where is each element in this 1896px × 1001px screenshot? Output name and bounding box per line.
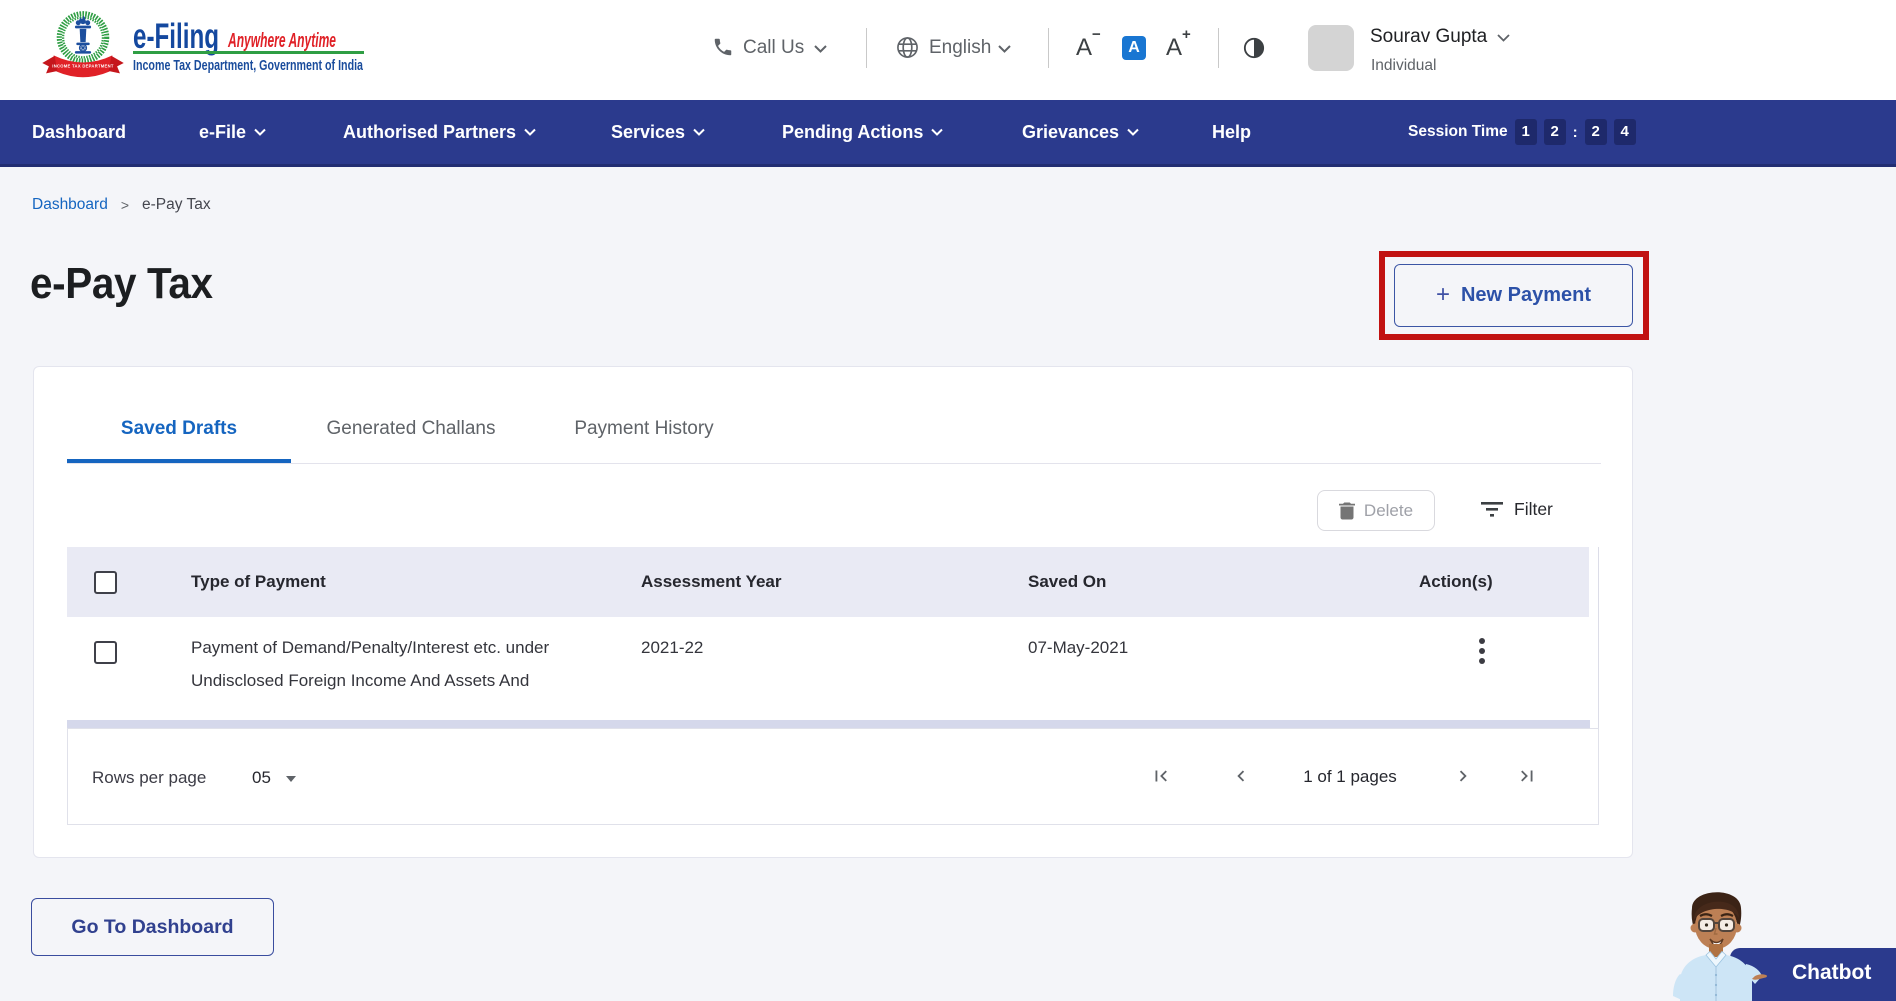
table-row: Payment of Demand/Penalty/Interest etc. …: [67, 617, 1598, 718]
contrast-toggle-icon[interactable]: [1243, 37, 1265, 59]
trash-icon: [1338, 502, 1355, 519]
last-page-button[interactable]: [1516, 765, 1538, 787]
user-name[interactable]: Sourav Gupta: [1370, 26, 1487, 48]
session-timer: Session Time 1 2 : 2 4: [1408, 100, 1636, 164]
header-divider: [866, 28, 867, 68]
rows-per-page-caret-icon: [286, 776, 296, 782]
select-all-checkbox[interactable]: [94, 570, 117, 594]
pagination-bar: Rows per page 05 1 of 1 pages: [67, 728, 1599, 825]
row-actions-menu[interactable]: [1479, 638, 1485, 668]
saved-drafts-table: Type of Payment Assessment Year Saved On…: [67, 547, 1599, 728]
new-payment-label: New Payment: [1460, 284, 1592, 306]
cell-type-of-payment: Payment of Demand/Penalty/Interest etc. …: [191, 638, 550, 690]
table-header-row: Type of Payment Assessment Year Saved On…: [67, 547, 1598, 617]
language-chevron-icon: [998, 45, 1011, 53]
col-saved-on: Saved On: [1028, 572, 1107, 591]
nav-dashboard[interactable]: Dashboard: [32, 100, 126, 164]
tab-generated-challans[interactable]: Generated Challans: [291, 395, 531, 463]
tab-payment-history[interactable]: Payment History: [531, 395, 757, 463]
horizontal-scrollbar[interactable]: [67, 720, 1590, 728]
page: INCOME TAX DEPARTMENT e-Filing Anywhere …: [0, 0, 1896, 1001]
breadcrumb: Dashboard > e-Pay Tax: [32, 196, 211, 214]
tab-saved-drafts[interactable]: Saved Drafts: [67, 395, 291, 463]
call-us-label[interactable]: Call Us: [743, 37, 804, 59]
brand-title-text: e-Filing: [133, 20, 219, 56]
brand-green-rule: [133, 51, 364, 54]
filter-label: Filter: [1514, 499, 1553, 519]
session-digit: 2: [1543, 119, 1566, 145]
user-role: Individual: [1371, 57, 1437, 74]
col-type-of-payment: Type of Payment: [191, 572, 326, 591]
chevron-down-icon: [1127, 128, 1139, 136]
tabs-divider: [67, 463, 1601, 464]
user-avatar[interactable]: [1308, 25, 1354, 71]
user-menu-chevron-icon: [1497, 34, 1510, 42]
font-increase-button[interactable]: A+: [1166, 26, 1191, 62]
call-us-chevron-icon: [814, 45, 827, 53]
new-payment-button[interactable]: + New Payment: [1394, 264, 1633, 327]
previous-page-button[interactable]: [1230, 765, 1252, 787]
cell-saved-on: 07-May-2021: [1028, 638, 1129, 657]
delete-button[interactable]: Delete: [1317, 490, 1435, 531]
top-header: INCOME TAX DEPARTMENT e-Filing Anywhere …: [0, 0, 1896, 100]
breadcrumb-current: e-Pay Tax: [142, 196, 211, 213]
plus-icon: +: [1435, 280, 1450, 308]
svg-text:INCOME TAX DEPARTMENT: INCOME TAX DEPARTMENT: [52, 63, 114, 68]
header-divider: [1218, 28, 1219, 68]
filter-icon: [1481, 502, 1503, 517]
phone-icon: [714, 38, 732, 56]
font-decrease-button[interactable]: A−: [1076, 26, 1101, 62]
row-checkbox[interactable]: [94, 641, 117, 664]
globe-icon: [897, 37, 918, 58]
brand-subtitle-text: Income Tax Department, Government of Ind…: [133, 58, 364, 74]
session-digit: 2: [1584, 119, 1607, 145]
chevron-down-icon: [524, 128, 536, 136]
chatbot-label: Chatbot: [1792, 961, 1872, 984]
session-colon: :: [1572, 123, 1578, 141]
nav-authorised-partners[interactable]: Authorised Partners: [343, 100, 536, 164]
col-assessment-year: Assessment Year: [641, 572, 782, 591]
cell-assessment-year: 2021-22: [641, 638, 704, 657]
brand-wordmark: e-Filing Anywhere Anytime Income Tax Dep…: [133, 20, 364, 74]
header-divider: [1048, 28, 1049, 68]
filter-button[interactable]: Filter: [1481, 499, 1553, 520]
page-title: e-Pay Tax: [30, 259, 213, 308]
go-to-dashboard-button[interactable]: Go To Dashboard: [31, 898, 274, 956]
main-navbar: Dashboard e-File Authorised Partners Ser…: [0, 100, 1896, 167]
session-digit: 1: [1514, 119, 1537, 145]
language-label[interactable]: English: [929, 37, 991, 59]
col-actions: Action(s): [1419, 572, 1493, 591]
session-digit: 4: [1613, 119, 1636, 145]
chevron-down-icon: [931, 128, 944, 136]
first-page-button[interactable]: [1150, 765, 1172, 787]
active-tab-indicator: [67, 459, 291, 463]
session-time-label: Session Time: [1408, 123, 1508, 140]
chevron-down-icon: [254, 128, 266, 136]
brand-tagline-text: Anywhere Anytime: [227, 30, 336, 52]
nav-pending-actions[interactable]: Pending Actions: [782, 100, 944, 164]
nav-e-file[interactable]: e-File: [199, 100, 266, 164]
page-status: 1 of 1 pages: [1303, 767, 1397, 786]
nav-services[interactable]: Services: [611, 100, 705, 164]
rows-per-page-label: Rows per page: [92, 768, 207, 787]
rows-per-page-select[interactable]: 05: [252, 768, 271, 788]
breadcrumb-dashboard-link[interactable]: Dashboard: [32, 196, 108, 214]
chatbot-assistant-character: [1673, 892, 1767, 1001]
payments-card: Saved Drafts Generated Challans Payment …: [33, 366, 1633, 858]
delete-label: Delete: [1363, 500, 1414, 520]
income-tax-emblem-logo: INCOME TAX DEPARTMENT: [42, 11, 124, 78]
next-page-button[interactable]: [1452, 765, 1474, 787]
breadcrumb-separator: >: [120, 197, 130, 213]
nav-help[interactable]: Help: [1212, 100, 1251, 164]
chevron-down-icon: [693, 128, 705, 136]
nav-grievances[interactable]: Grievances: [1022, 100, 1139, 164]
font-normal-button[interactable]: A: [1122, 36, 1146, 60]
